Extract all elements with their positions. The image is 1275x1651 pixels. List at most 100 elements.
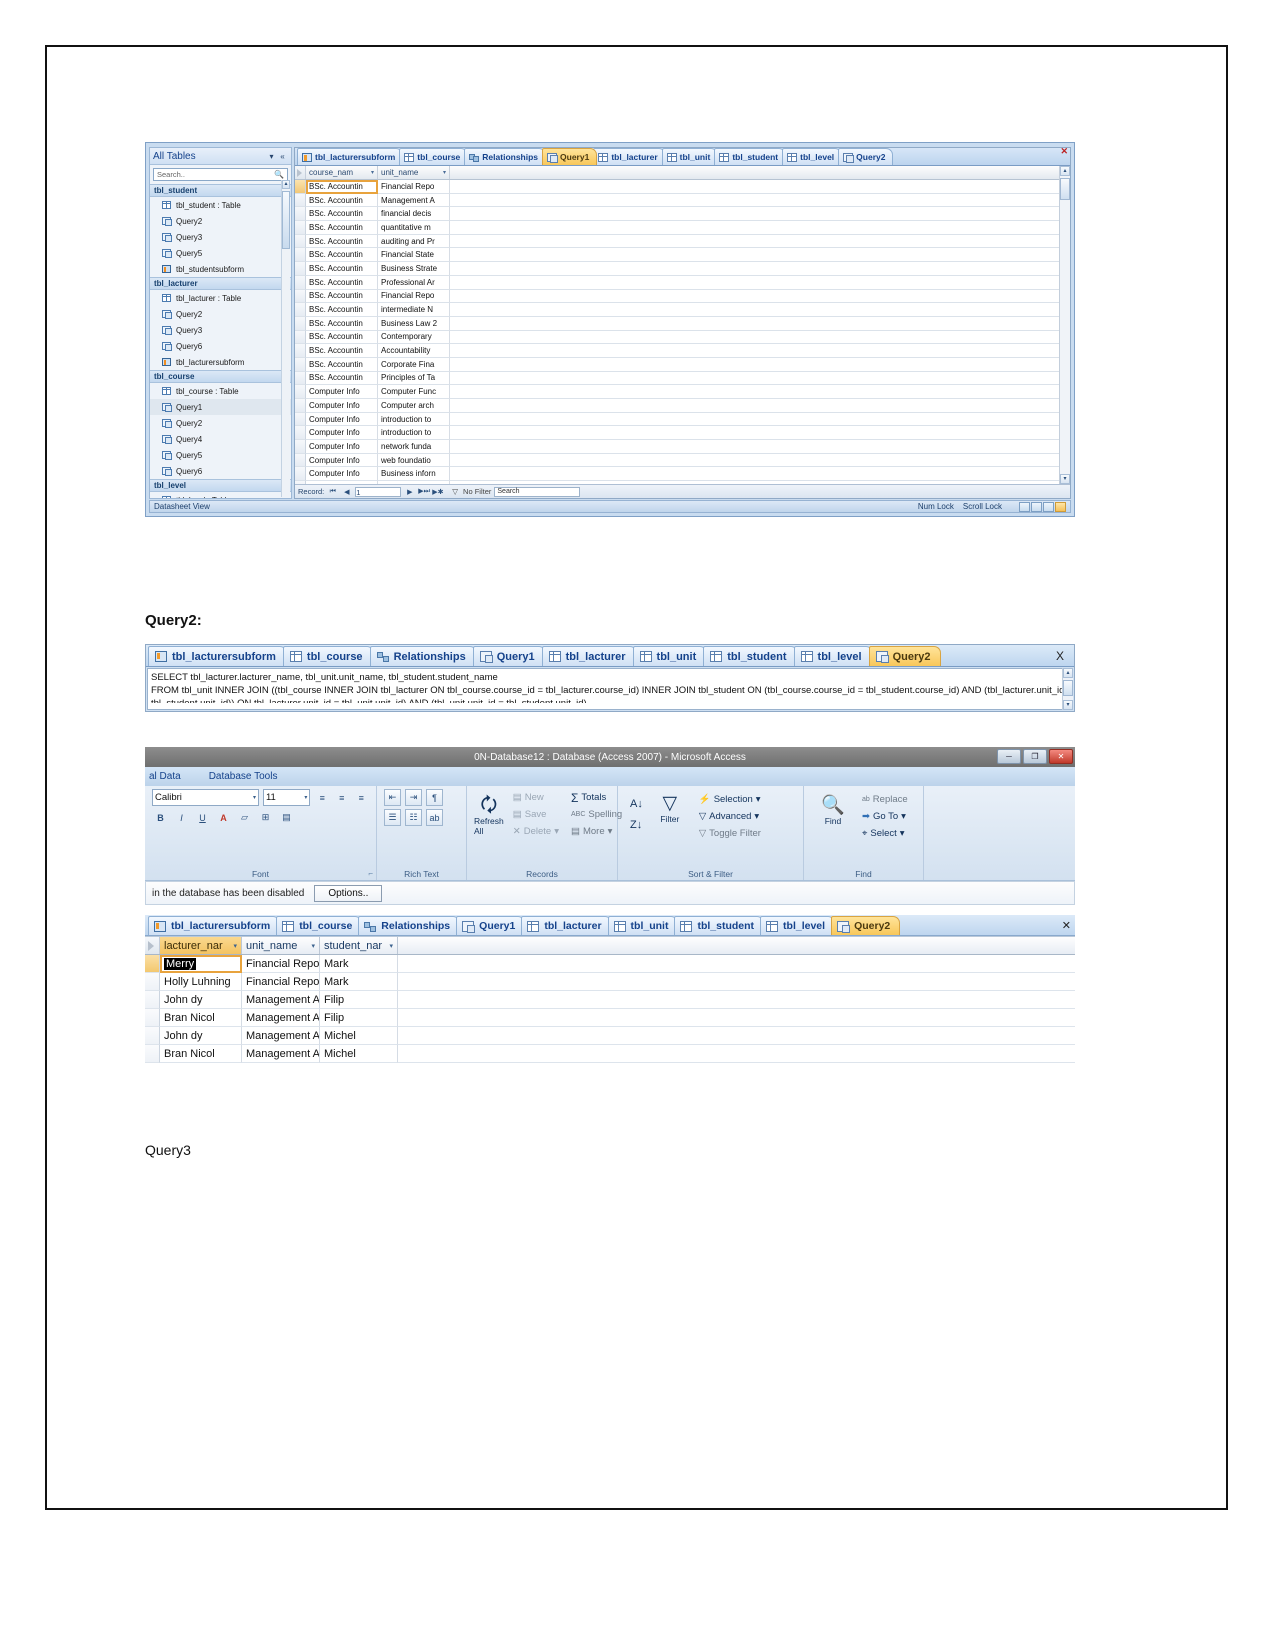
scroll-thumb[interactable] <box>282 191 290 249</box>
table-row[interactable]: BSc. Accountin intermediate N <box>295 303 1059 317</box>
row-selector[interactable] <box>295 357 306 372</box>
row-selector[interactable] <box>295 440 306 454</box>
table-row[interactable]: Bran Nicol Management A Filip <box>145 1009 1075 1027</box>
table-row[interactable]: John dy Management A Michel <box>145 1027 1075 1045</box>
table-cell[interactable]: Management A <box>242 1045 320 1063</box>
row-selector[interactable] <box>295 303 306 317</box>
row-selector[interactable] <box>295 193 306 208</box>
last-record-button[interactable]: ▶⏭ <box>418 487 430 496</box>
gridlines-icon[interactable]: ⊞ <box>257 809 274 826</box>
table-row[interactable]: Computer Info Computer Func <box>295 385 1059 399</box>
document-tab-tbl_lacturer[interactable]: tbl_lacturer <box>521 916 612 935</box>
row-selector[interactable] <box>295 275 306 290</box>
close-icon[interactable]: X <box>1056 649 1064 663</box>
table-cell[interactable]: BSc. Accountin <box>306 289 378 304</box>
document-tab-tbl_student[interactable]: tbl_student <box>703 646 798 666</box>
bold-icon[interactable]: B <box>152 809 169 826</box>
table-cell[interactable]: John dy <box>160 991 242 1009</box>
row-selector[interactable] <box>295 262 306 276</box>
table-row[interactable]: BSc. Accountin Corporate Fina <box>295 357 1059 372</box>
table-row[interactable]: Merry Financial Repo Mark <box>145 955 1075 973</box>
grid-body[interactable]: BSc. Accountin Financial Repo BSc. Account… <box>295 180 1059 484</box>
table-row[interactable]: Computer Info Computer arch <box>295 399 1059 413</box>
table-cell[interactable]: Management A <box>242 1009 320 1027</box>
table-cell[interactable]: BSc. Accountin <box>306 371 378 386</box>
table-cell[interactable]: BSc. Accountin <box>306 221 378 235</box>
chevron-down-icon[interactable]: ▾ <box>304 794 307 801</box>
delete-record-button[interactable]: ✕ Delete ▾ <box>508 823 564 840</box>
chevron-down-icon[interactable]: ▾ <box>901 811 906 822</box>
record-navigator[interactable]: Record: ⏮ ◀ 1 ▶ ▶⏭ ▶✱ ▽ No Filter Search <box>295 484 1070 498</box>
navigation-pane[interactable]: All Tables ▾ « Search.. 🔍 tbl_student▴tb… <box>149 147 292 499</box>
table-cell[interactable]: network funda <box>378 440 450 454</box>
table-row[interactable]: Computer Info network funda <box>295 440 1059 454</box>
table-row[interactable]: BSc. Accountin Management A <box>295 193 1059 208</box>
record-search-input[interactable]: Search <box>494 486 581 497</box>
nav-group-tbl_course[interactable]: tbl_course▴ <box>150 370 291 383</box>
font-family-combo[interactable]: Calibri ▾ <box>152 789 259 806</box>
dialog-launcher-icon[interactable]: ⌐ <box>368 869 373 878</box>
results-body[interactable]: Merry Financial Repo Mark Holly Luhning Fina… <box>145 955 1075 1063</box>
close-icon[interactable]: ✕ <box>1049 749 1073 764</box>
document-tab-query2[interactable]: Query2 <box>831 916 901 935</box>
document-tab-query1[interactable]: Query1 <box>542 148 598 165</box>
next-record-button[interactable]: ▶ <box>404 488 415 496</box>
sort-descending-button[interactable]: Z↓ <box>625 814 648 835</box>
sql-editor[interactable]: SELECT tbl_lacturer.lacturer_name, tbl_u… <box>147 668 1073 710</box>
document-tab-tbl_course[interactable]: tbl_course <box>282 646 374 666</box>
row-selector[interactable] <box>295 371 306 386</box>
column-header-course-name[interactable]: course_nam ▾ <box>306 166 378 179</box>
scroll-down-icon[interactable]: ▾ <box>1060 474 1070 484</box>
row-selector[interactable] <box>295 412 306 427</box>
table-cell[interactable]: BSc. Accountin <box>306 357 378 372</box>
row-selector[interactable] <box>295 289 306 304</box>
numbered-list-icon[interactable]: ☷ <box>405 809 422 826</box>
table-cell[interactable]: Computer Info <box>306 426 378 441</box>
nav-group-tbl_student[interactable]: tbl_student▴ <box>150 184 291 197</box>
table-cell[interactable]: BSc. Accountin <box>306 303 378 317</box>
row-selector[interactable] <box>295 248 306 263</box>
table-cell[interactable]: introduction to <box>378 426 450 441</box>
table-cell[interactable]: Financial Repo <box>242 955 320 973</box>
row-selector[interactable] <box>145 1045 160 1063</box>
document-tab-query2[interactable]: Query2 <box>838 148 894 165</box>
table-cell[interactable]: quantitative m <box>378 221 450 235</box>
scroll-up-icon[interactable]: ▴ <box>1063 668 1073 678</box>
table-cell[interactable]: Principles of Ta <box>378 371 450 386</box>
select-all-corner[interactable] <box>145 937 160 954</box>
table-row[interactable]: BSc. Accountin Financial Repo <box>295 180 1059 194</box>
filter-button[interactable]: ▽ Filter <box>648 793 692 880</box>
table-row[interactable]: Computer Info web foundatio <box>295 453 1059 468</box>
first-record-button[interactable]: ⏮ <box>327 488 338 496</box>
nav-group-tbl_lacturer[interactable]: tbl_lacturer▴ <box>150 277 291 290</box>
row-selector[interactable] <box>295 399 306 413</box>
bulleted-list-icon[interactable]: ☰ <box>384 809 401 826</box>
table-row[interactable]: Bran Nicol Management A Michel <box>145 1045 1075 1063</box>
table-cell[interactable]: Professional Ar <box>378 275 450 290</box>
query2-results-datasheet[interactable]: lacturer_nar ▾ unit_name ▾ student_nar ▾… <box>145 936 1075 1092</box>
table-row[interactable]: BSc. Accountin quantitative m <box>295 221 1059 235</box>
nav-search-input[interactable]: Search.. 🔍 <box>153 168 288 181</box>
table-cell[interactable]: Computer Info <box>306 453 378 468</box>
previous-record-button[interactable]: ◀ <box>341 488 352 496</box>
format-painter-icon[interactable]: ab <box>426 809 443 826</box>
document-tab-relationships[interactable]: Relationships <box>369 646 477 666</box>
row-selector[interactable] <box>295 481 306 484</box>
nav-item-query4[interactable]: Query4 <box>150 431 291 447</box>
current-record-input[interactable]: 1 <box>355 486 402 497</box>
rtl-direction-icon[interactable]: ¶ <box>426 789 443 806</box>
underline-icon[interactable]: U <box>194 809 211 826</box>
table-row[interactable]: Computer Info introduction to <box>295 426 1059 441</box>
nav-item-query1[interactable]: Query1 <box>150 399 291 415</box>
document-tab-tbl_unit[interactable]: tbl_unit <box>607 916 679 935</box>
nav-item-tbl_student[interactable]: tbl_student : Table <box>150 197 291 213</box>
row-selector[interactable] <box>295 316 306 331</box>
table-row[interactable]: BSc. Accountin Financial Repo <box>295 289 1059 304</box>
column-header-lacturer-name[interactable]: lacturer_nar ▾ <box>160 937 242 954</box>
row-selector[interactable] <box>145 1009 160 1027</box>
column-header-student-name[interactable]: student_nar ▾ <box>320 937 398 954</box>
table-row[interactable]: BSc. Accountin Business Strate <box>295 262 1059 276</box>
italic-icon[interactable]: I <box>173 809 190 826</box>
table-row[interactable]: Holly Luhning Financial Repo Mark <box>145 973 1075 991</box>
nav-pane-scrollbar[interactable]: ▴ <box>281 180 290 497</box>
